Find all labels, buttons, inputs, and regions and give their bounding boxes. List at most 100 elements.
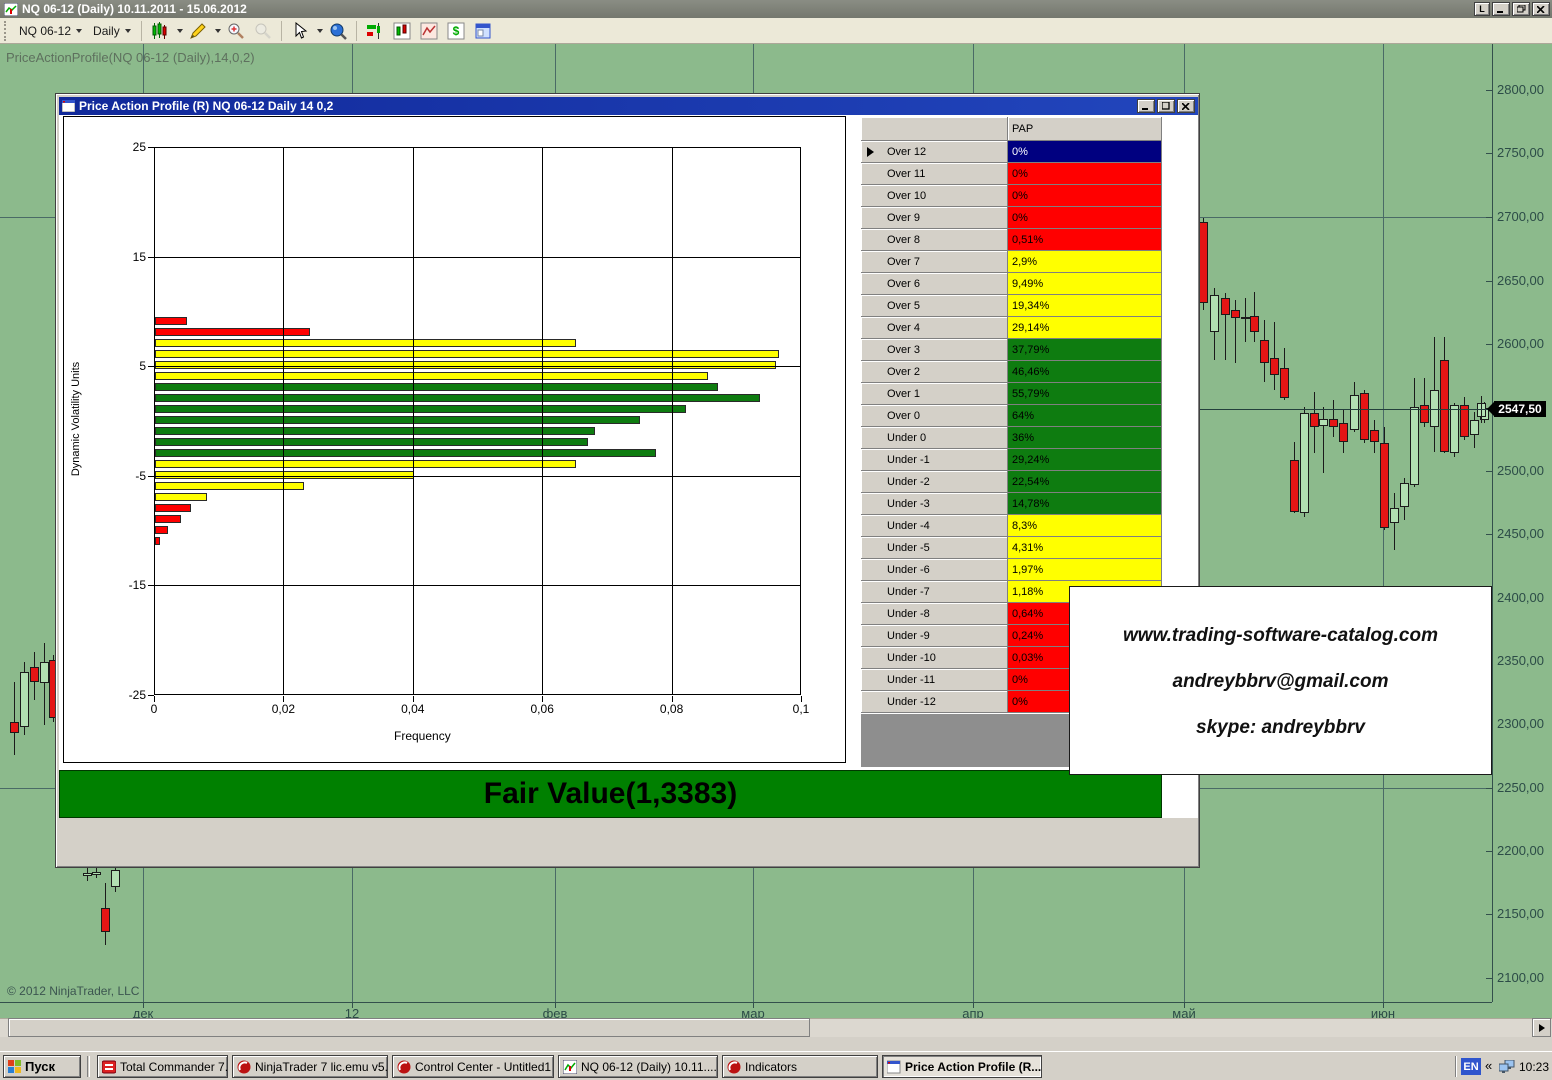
market-analyzer-button[interactable] <box>363 20 387 42</box>
panel-button[interactable] <box>471 20 495 42</box>
candle-body <box>30 667 39 682</box>
candle-body <box>1360 393 1369 440</box>
candle-body <box>1410 407 1419 485</box>
table-row[interactable]: Under -222,54% <box>861 471 1162 493</box>
candle-body <box>1241 317 1250 319</box>
table-row[interactable]: Under -314,78% <box>861 493 1162 515</box>
table-row[interactable]: Under -61,97% <box>861 559 1162 581</box>
email-text: andreybbrv@gmail.com <box>1070 671 1491 693</box>
line-chart-icon <box>420 22 438 40</box>
skype-text: skype: andreybbrv <box>1070 717 1491 739</box>
market-analyzer-icon <box>366 22 384 40</box>
scroll-right-button[interactable] <box>1532 1018 1551 1037</box>
restore-button[interactable] <box>1512 2 1530 16</box>
account-data-button[interactable]: $ <box>444 20 468 42</box>
pap-column-header: PAP <box>1008 117 1162 141</box>
network-tray-icon[interactable] <box>1499 1060 1515 1073</box>
data-box-button[interactable] <box>326 20 350 42</box>
taskbar-button[interactable]: NinjaTrader 7 lic.emu v5.06 <box>232 1055 388 1078</box>
table-row[interactable]: Over 429,14% <box>861 317 1162 339</box>
language-indicator[interactable]: EN <box>1461 1058 1481 1075</box>
price-label: 2650,00 <box>1497 273 1544 288</box>
popup-maximize-button[interactable] <box>1157 99 1175 113</box>
y-tick <box>148 147 154 148</box>
start-button[interactable]: Пуск <box>3 1055 81 1078</box>
fair-value-banner: Fair Value(1,3383) <box>59 770 1162 818</box>
candle-body <box>1420 405 1429 423</box>
y-tick-label: 15 <box>106 250 146 264</box>
zoom-in-icon <box>227 22 245 40</box>
popup-minimize-button[interactable] <box>1137 99 1155 113</box>
candle-body <box>1300 413 1309 513</box>
minimize-button[interactable] <box>1492 2 1510 16</box>
row-header: Over 5 <box>861 295 1008 317</box>
y-axis-title: Dynamic Volatility Units <box>70 329 82 509</box>
table-row[interactable]: Over 110% <box>861 163 1162 185</box>
taskbar-button[interactable]: Total Commander 7.57a ... <box>97 1055 228 1078</box>
zoom-in-button[interactable] <box>224 20 248 42</box>
scrollbar-thumb[interactable] <box>8 1018 810 1037</box>
table-row[interactable]: Under -54,31% <box>861 537 1162 559</box>
new-chart-button[interactable] <box>390 20 414 42</box>
plot-hgridline <box>154 257 801 258</box>
histogram-bar <box>155 394 760 402</box>
tray-collapse-button[interactable]: « <box>1485 1058 1492 1073</box>
pap-value-cell: 29,24% <box>1008 449 1162 471</box>
table-row[interactable]: Under -129,24% <box>861 449 1162 471</box>
table-row[interactable]: Over 100% <box>861 185 1162 207</box>
popup-close-button[interactable] <box>1177 99 1195 113</box>
table-row[interactable]: Over 69,49% <box>861 273 1162 295</box>
pap-value-cell: 64% <box>1008 405 1162 427</box>
table-row[interactable]: Over 90% <box>861 207 1162 229</box>
close-button[interactable] <box>1532 2 1550 16</box>
svg-text:$: $ <box>452 24 459 38</box>
period-selector[interactable]: Daily <box>89 22 135 40</box>
table-row[interactable]: Over 246,46% <box>861 361 1162 383</box>
histogram-panel: Dynamic Volatility Units Frequency 00,02… <box>63 116 846 763</box>
dollar-icon: $ <box>447 22 465 40</box>
row-header: Under -1 <box>861 449 1008 471</box>
candle-body <box>111 870 120 887</box>
candle-body <box>101 908 110 932</box>
link-button[interactable]: L <box>1474 2 1490 16</box>
plot-hgridline <box>154 476 801 477</box>
table-row[interactable]: Over 155,79% <box>861 383 1162 405</box>
candle-wick <box>1245 298 1246 342</box>
drawing-tools-button[interactable] <box>186 20 210 42</box>
toolbar-grip[interactable] <box>4 21 8 41</box>
windows-taskbar: Пуск Total Commander 7.57a ...NinjaTrade… <box>0 1051 1552 1080</box>
table-row[interactable]: Under 036% <box>861 427 1162 449</box>
table-row[interactable]: Under -48,3% <box>861 515 1162 537</box>
taskbar-button[interactable]: Price Action Profile (R... <box>882 1055 1042 1078</box>
nt-icon <box>727 1060 741 1074</box>
main-title-text: NQ 06-12 (Daily) 10.11.2011 - 15.06.2012 <box>22 2 247 16</box>
taskbar-button[interactable]: NQ 06-12 (Daily) 10.11.... <box>558 1055 718 1078</box>
table-row[interactable]: Over 337,79% <box>861 339 1162 361</box>
chevron-down-icon[interactable] <box>177 29 183 33</box>
table-row[interactable]: Over 519,34% <box>861 295 1162 317</box>
chart-style-button[interactable] <box>148 20 172 42</box>
cursor-button[interactable] <box>288 20 312 42</box>
candle-body <box>1260 340 1269 363</box>
row-header: Under -7 <box>861 581 1008 603</box>
table-row[interactable]: Over 80,51% <box>861 229 1162 251</box>
popup-title-bar[interactable]: Price Action Profile (R) NQ 06-12 Daily … <box>59 97 1198 115</box>
candle-body <box>1339 423 1348 442</box>
candle-body <box>1400 483 1409 507</box>
zoom-out-button[interactable] <box>251 20 275 42</box>
candle-body <box>1380 443 1389 528</box>
table-row[interactable]: Over 120% <box>861 141 1162 163</box>
chevron-down-icon <box>76 29 82 33</box>
table-row[interactable]: Over 72,9% <box>861 251 1162 273</box>
pap-value-cell: 8,3% <box>1008 515 1162 537</box>
line-chart-button[interactable] <box>417 20 441 42</box>
instrument-selector[interactable]: NQ 06-12 <box>15 22 86 40</box>
taskbar-button[interactable]: Indicators <box>722 1055 878 1078</box>
taskbar-button[interactable]: Control Center - Untitled1 <box>392 1055 554 1078</box>
plot-vgridline <box>542 147 543 695</box>
chevron-down-icon[interactable] <box>317 29 323 33</box>
histogram-bar <box>155 350 779 358</box>
pap-value-cell: 37,79% <box>1008 339 1162 361</box>
table-row[interactable]: Over 064% <box>861 405 1162 427</box>
chevron-down-icon[interactable] <box>215 29 221 33</box>
